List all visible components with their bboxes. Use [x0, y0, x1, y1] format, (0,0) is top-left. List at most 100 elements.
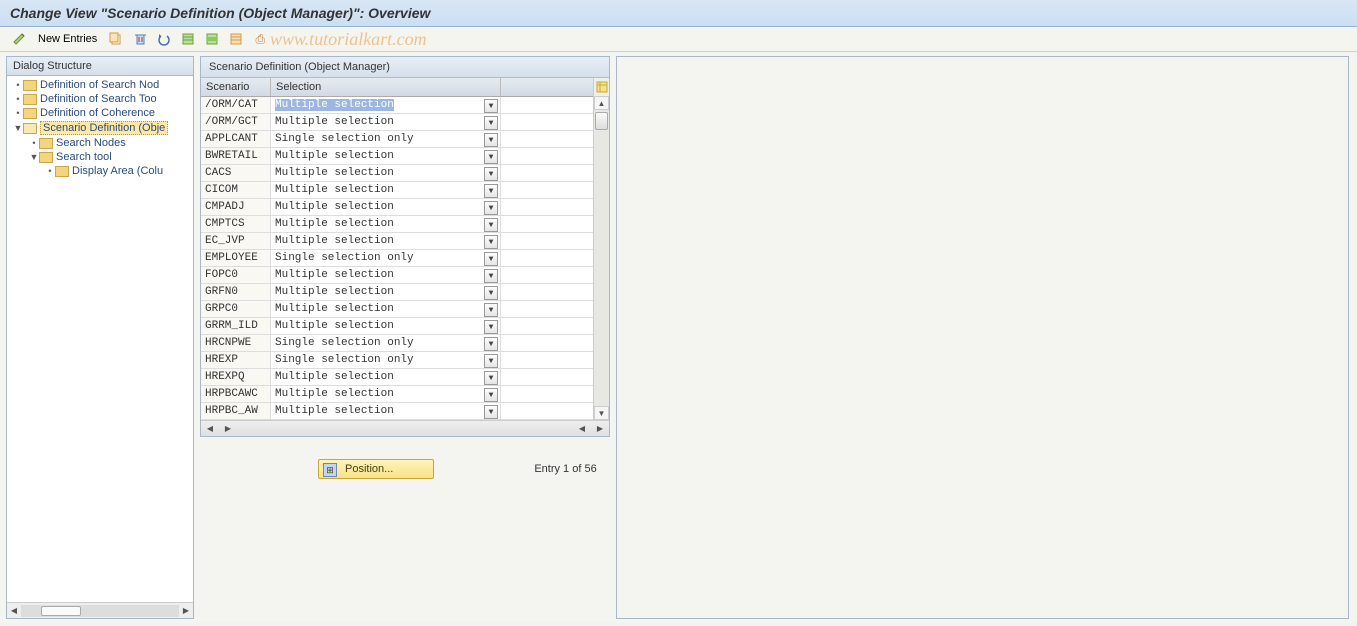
dropdown-icon[interactable]: ▼	[484, 405, 498, 419]
print-icon[interactable]: ⎙	[251, 30, 269, 48]
table-row[interactable]: CACSMultiple selection▼	[201, 165, 593, 182]
scroll-down-icon[interactable]: ▼	[594, 406, 609, 420]
table-row[interactable]: APPLCANTSingle selection only▼	[201, 131, 593, 148]
table-row[interactable]: GRRM_ILDMultiple selection▼	[201, 318, 593, 335]
cell-scenario[interactable]: GRFN0	[201, 284, 271, 300]
cell-scenario[interactable]: CMPADJ	[201, 199, 271, 215]
table-horizontal-scrollbar[interactable]: ◀ ▶ ◀ ▶	[201, 420, 609, 436]
col-header-scenario[interactable]: Scenario	[201, 78, 271, 96]
cell-scenario[interactable]: FOPC0	[201, 267, 271, 283]
position-button[interactable]: ⊞ Position...	[318, 459, 434, 479]
dropdown-icon[interactable]: ▼	[484, 133, 498, 147]
undo-change-icon[interactable]	[155, 30, 173, 48]
cell-scenario[interactable]: EC_JVP	[201, 233, 271, 249]
cell-selection[interactable]: Single selection only▼	[271, 250, 501, 266]
tree-item[interactable]: ▼Search tool	[7, 150, 193, 164]
cell-scenario[interactable]: HRPBC_AW	[201, 403, 271, 419]
cell-scenario[interactable]: GRPC0	[201, 301, 271, 317]
table-row[interactable]: CICOMMultiple selection▼	[201, 182, 593, 199]
dropdown-icon[interactable]: ▼	[484, 116, 498, 130]
table-row[interactable]: /ORM/CATMultiple selection▼	[201, 97, 593, 114]
tree-item[interactable]: •Search Nodes	[7, 136, 193, 150]
cell-scenario[interactable]: HRPBCAWC	[201, 386, 271, 402]
cell-selection[interactable]: Multiple selection▼	[271, 165, 501, 181]
dropdown-icon[interactable]: ▼	[484, 201, 498, 215]
cell-selection[interactable]: Multiple selection▼	[271, 301, 501, 317]
copy-as-icon[interactable]	[107, 30, 125, 48]
cell-selection[interactable]: Single selection only▼	[271, 352, 501, 368]
deselect-all-icon[interactable]	[227, 30, 245, 48]
dropdown-icon[interactable]: ▼	[484, 167, 498, 181]
cell-selection[interactable]: Multiple selection▼	[271, 318, 501, 334]
dropdown-icon[interactable]: ▼	[484, 235, 498, 249]
tree-item[interactable]: •Display Area (Colu	[7, 164, 193, 178]
cell-selection[interactable]: Multiple selection▼	[271, 284, 501, 300]
cell-scenario[interactable]: /ORM/CAT	[201, 97, 271, 113]
first-col-icon[interactable]: ◀	[203, 422, 217, 436]
cell-scenario[interactable]: HREXPQ	[201, 369, 271, 385]
dropdown-icon[interactable]: ▼	[484, 218, 498, 232]
dropdown-icon[interactable]: ▼	[484, 388, 498, 402]
table-row[interactable]: GRPC0Multiple selection▼	[201, 301, 593, 318]
dropdown-icon[interactable]: ▼	[484, 150, 498, 164]
table-row[interactable]: HREXPSingle selection only▼	[201, 352, 593, 369]
scroll-track[interactable]	[21, 605, 179, 617]
select-block-icon[interactable]	[203, 30, 221, 48]
cell-selection[interactable]: Multiple selection▼	[271, 114, 501, 130]
scroll-left-icon[interactable]: ◀	[7, 604, 21, 618]
table-row[interactable]: FOPC0Multiple selection▼	[201, 267, 593, 284]
cell-selection[interactable]: Multiple selection▼	[271, 403, 501, 419]
tree-item[interactable]: •Definition of Coherence	[7, 106, 193, 120]
cell-selection[interactable]: Multiple selection▼	[271, 199, 501, 215]
table-row[interactable]: HREXPQMultiple selection▼	[201, 369, 593, 386]
dropdown-icon[interactable]: ▼	[484, 337, 498, 351]
scroll-thumb[interactable]	[41, 606, 81, 616]
vscroll-track[interactable]	[594, 110, 609, 406]
cell-scenario[interactable]: CACS	[201, 165, 271, 181]
cell-scenario[interactable]: APPLCANT	[201, 131, 271, 147]
cell-selection[interactable]: Multiple selection▼	[271, 369, 501, 385]
tree-toggle-icon[interactable]: •	[13, 80, 23, 90]
tree-toggle-icon[interactable]: •	[29, 138, 39, 148]
cell-selection[interactable]: Multiple selection▼	[271, 233, 501, 249]
dropdown-icon[interactable]: ▼	[484, 99, 498, 113]
table-settings-icon[interactable]	[594, 78, 609, 96]
tree-item[interactable]: ▼Scenario Definition (Obje	[7, 120, 193, 136]
col-header-selection[interactable]: Selection	[271, 78, 501, 96]
tree-item[interactable]: •Definition of Search Nod	[7, 78, 193, 92]
tree-toggle-icon[interactable]: ▼	[13, 123, 23, 133]
table-row[interactable]: CMPTCSMultiple selection▼	[201, 216, 593, 233]
dropdown-icon[interactable]: ▼	[484, 354, 498, 368]
cell-selection[interactable]: Multiple selection▼	[271, 182, 501, 198]
cell-selection[interactable]: Multiple selection▼	[271, 216, 501, 232]
table-row[interactable]: EC_JVPMultiple selection▼	[201, 233, 593, 250]
cell-selection[interactable]: Multiple selection▼	[271, 267, 501, 283]
cell-selection[interactable]: Single selection only▼	[271, 131, 501, 147]
dropdown-icon[interactable]: ▼	[484, 303, 498, 317]
tree-toggle-icon[interactable]: •	[13, 108, 23, 118]
tree-horizontal-scrollbar[interactable]: ◀ ▶	[7, 602, 193, 618]
table-row[interactable]: BWRETAILMultiple selection▼	[201, 148, 593, 165]
cell-scenario[interactable]: BWRETAIL	[201, 148, 271, 164]
dropdown-icon[interactable]: ▼	[484, 184, 498, 198]
cell-scenario[interactable]: HRCNPWE	[201, 335, 271, 351]
dropdown-icon[interactable]: ▼	[484, 286, 498, 300]
cell-scenario[interactable]: HREXP	[201, 352, 271, 368]
table-row[interactable]: HRPBC_AWMultiple selection▼	[201, 403, 593, 420]
cell-scenario[interactable]: EMPLOYEE	[201, 250, 271, 266]
cell-selection[interactable]: Multiple selection▼	[271, 148, 501, 164]
cell-selection[interactable]: Multiple selection▼	[271, 97, 501, 113]
table-row[interactable]: HRCNPWESingle selection only▼	[201, 335, 593, 352]
prev-col-icon[interactable]: ▶	[221, 422, 235, 436]
table-row[interactable]: /ORM/GCTMultiple selection▼	[201, 114, 593, 131]
delete-icon[interactable]	[131, 30, 149, 48]
tree-toggle-icon[interactable]: •	[13, 94, 23, 104]
cell-scenario[interactable]: CICOM	[201, 182, 271, 198]
dropdown-icon[interactable]: ▼	[484, 320, 498, 334]
select-all-icon[interactable]	[179, 30, 197, 48]
cell-scenario[interactable]: /ORM/GCT	[201, 114, 271, 130]
scroll-up-icon[interactable]: ▲	[594, 96, 609, 110]
dropdown-icon[interactable]: ▼	[484, 269, 498, 283]
scroll-right-icon[interactable]: ▶	[179, 604, 193, 618]
new-entries-button[interactable]: New Entries	[34, 31, 101, 47]
